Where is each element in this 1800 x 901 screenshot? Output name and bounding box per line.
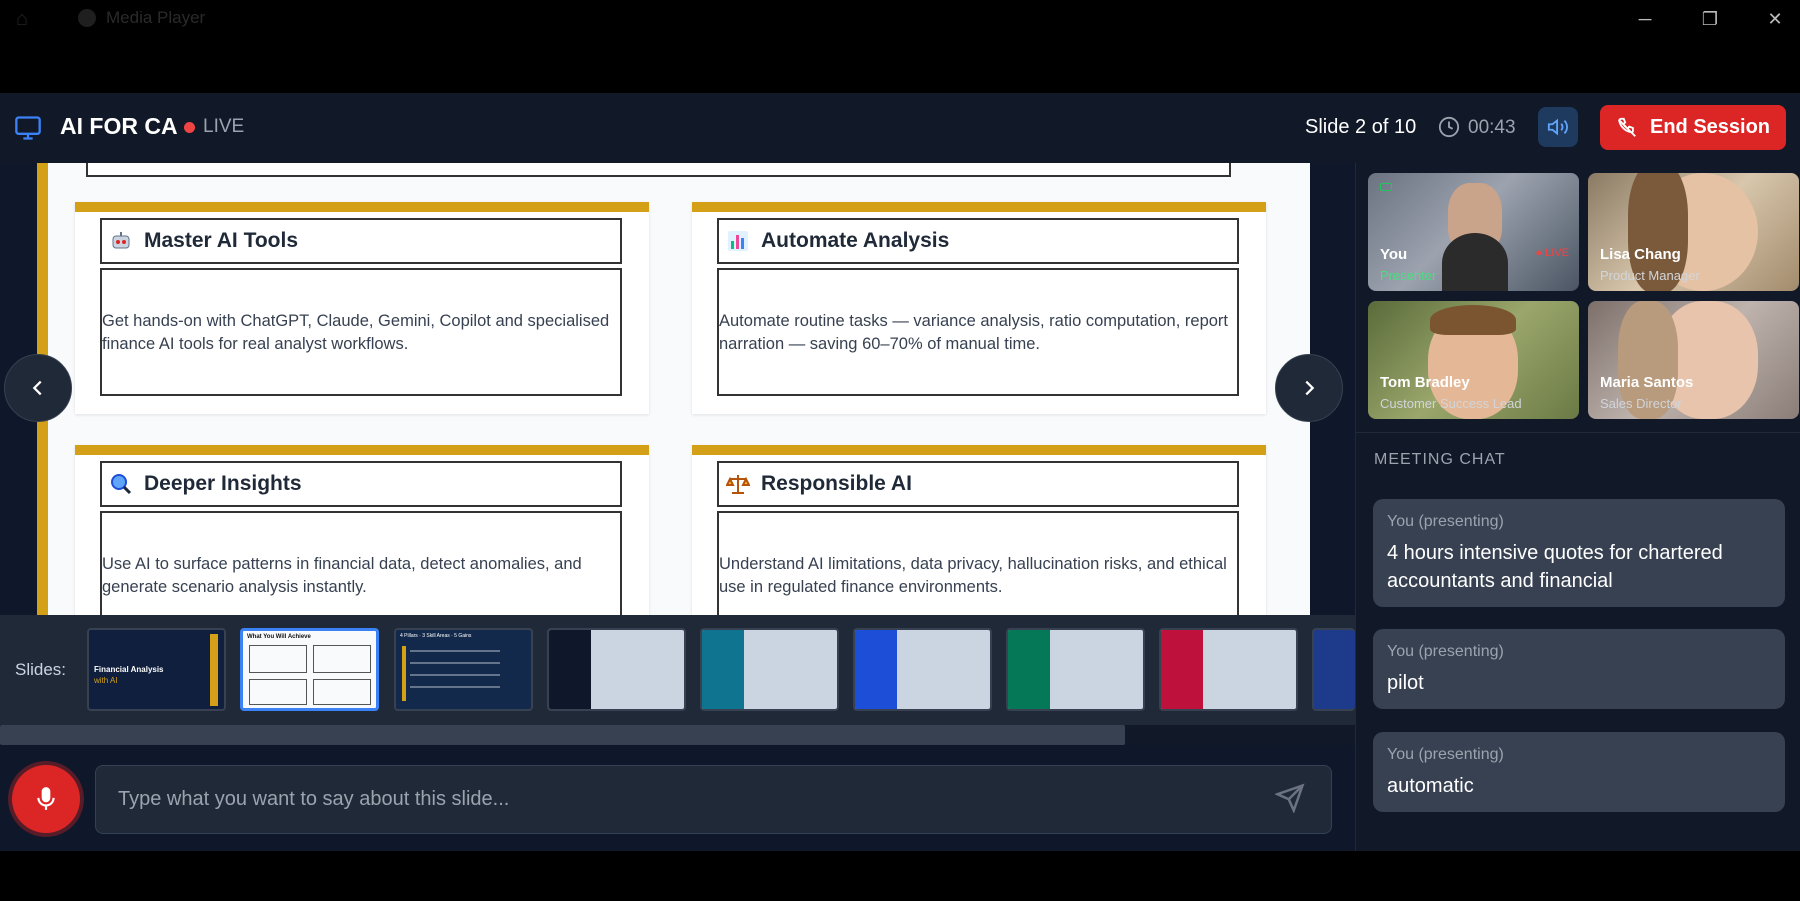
end-session-button[interactable]: End Session — [1600, 105, 1786, 150]
slide-thumbnail-4[interactable] — [547, 628, 686, 711]
chat-message: You (presenting) 4 hours intensive quote… — [1373, 499, 1785, 607]
minimize-button[interactable]: ─ — [1620, 4, 1670, 34]
card-body: Understand AI limitations, data privacy,… — [717, 511, 1239, 615]
thumb-title: Financial Analysis — [94, 665, 164, 674]
slide-title-box — [86, 163, 1231, 177]
participant-role: Sales Director — [1600, 396, 1682, 411]
app-logo-icon — [78, 9, 96, 27]
slide-counter: Slide 2 of 10 — [1305, 116, 1417, 138]
slide-thumbnail-3[interactable]: 4 Pillars · 3 Skill Areas · 5 Gains — [394, 628, 533, 711]
slide-thumbnail-2[interactable]: What You Will Achieve — [240, 628, 379, 711]
participant-tile-lisa-chang[interactable]: Lisa Chang Product Manager — [1588, 173, 1799, 291]
participant-name: Tom Bradley — [1380, 374, 1470, 391]
card-deeper-insights: Deeper Insights Use AI to surface patter… — [75, 445, 649, 615]
session-header: AI FOR CA LIVE Slide 2 of 10 00:43 End S… — [0, 93, 1800, 163]
card-header: Master AI Tools — [100, 218, 622, 264]
slides-label: Slides: — [15, 660, 67, 679]
participant-tile-you[interactable]: You Presenter ● LIVE — [1368, 173, 1579, 291]
slide-note-input[interactable] — [95, 765, 1332, 834]
home-icon[interactable]: ⌂ — [16, 8, 28, 31]
panel-divider — [1356, 432, 1800, 433]
chat-message-author: You (presenting) — [1387, 513, 1504, 530]
session-title: AI FOR CA — [60, 113, 178, 139]
end-session-label: End Session — [1649, 116, 1771, 138]
clock-icon — [1438, 116, 1460, 138]
magnifier-icon — [108, 471, 134, 497]
participant-name: You — [1380, 246, 1408, 263]
card-title: Master AI Tools — [144, 229, 299, 252]
chat-message: You (presenting) pilot — [1373, 629, 1785, 709]
slide-thumbnail-5[interactable] — [700, 628, 839, 711]
chevron-right-icon — [1305, 380, 1315, 396]
live-indicator: LIVE — [203, 116, 245, 137]
chat-message-text: pilot — [1387, 672, 1424, 694]
card-title: Automate Analysis — [761, 229, 950, 252]
chat-message-text: 4 hours intensive quotes for chartered a… — [1387, 542, 1723, 592]
card-automate-analysis: Automate Analysis Automate routine tasks… — [692, 202, 1266, 414]
speech-input-bar — [0, 745, 1355, 851]
participant-role: Product Manager — [1600, 268, 1700, 283]
app-name: Media Player — [106, 8, 206, 27]
chevron-left-icon — [32, 380, 42, 396]
speaker-icon — [1547, 118, 1568, 136]
card-master-ai-tools: Master AI Tools Get hands-on with ChatGP… — [75, 202, 649, 414]
volume-button[interactable] — [1538, 107, 1578, 147]
card-header: Responsible AI — [717, 461, 1239, 507]
thumb-title: What You Will Achieve — [247, 634, 311, 640]
session-timer: 00:43 — [1468, 117, 1516, 138]
card-title: Responsible AI — [761, 472, 912, 495]
slide-stage: Master AI Tools Get hands-on with ChatGP… — [0, 163, 1355, 615]
participant-tile-tom-bradley[interactable]: Tom Bradley Customer Success Lead — [1368, 301, 1579, 419]
card-header: Automate Analysis — [717, 218, 1239, 264]
send-icon[interactable] — [1275, 783, 1305, 813]
strip-scrollbar-thumb[interactable] — [0, 725, 1125, 745]
meeting-chat-heading: MEETING CHAT — [1374, 451, 1506, 468]
participant-tile-maria-santos[interactable]: Maria Santos Sales Director — [1588, 301, 1799, 419]
slide-thumbnail-1[interactable]: Financial Analysis with AI — [87, 628, 226, 711]
participant-role: Customer Success Lead — [1380, 396, 1522, 411]
side-panel: You Presenter ● LIVE Lisa Chang Product … — [1355, 163, 1800, 851]
slide-thumbnail-6[interactable] — [853, 628, 992, 711]
card-body: Automate routine tasks — variance analys… — [717, 268, 1239, 396]
scales-icon — [725, 471, 751, 497]
robot-icon — [108, 228, 134, 254]
next-slide-button[interactable] — [1275, 354, 1343, 422]
participant-name: Maria Santos — [1600, 374, 1694, 391]
maximize-button[interactable]: ❐ — [1685, 4, 1735, 34]
thumb-subtitle: with AI — [94, 676, 118, 685]
app-title: Media Player — [78, 8, 205, 28]
slides-strip: Slides: Financial Analysis with AI What … — [0, 615, 1355, 745]
card-responsible-ai: Responsible AI Understand AI limitations… — [692, 445, 1266, 615]
card-header: Deeper Insights — [100, 461, 622, 507]
chat-message: You (presenting) automatic — [1373, 732, 1785, 812]
phone-off-icon — [1618, 117, 1636, 137]
monitor-icon — [15, 116, 41, 140]
previous-slide-button[interactable] — [4, 354, 72, 422]
slide-thumbnail-8[interactable] — [1159, 628, 1298, 711]
chat-message-author: You (presenting) — [1387, 746, 1504, 763]
bar-chart-icon — [725, 228, 751, 254]
card-body: Use AI to surface patterns in financial … — [100, 511, 622, 615]
microphone-icon — [37, 787, 55, 810]
live-badge: ● LIVE — [1535, 247, 1569, 259]
thumb-title: 4 Pillars · 3 Skill Areas · 5 Gains — [400, 633, 472, 639]
current-slide: Master AI Tools Get hands-on with ChatGP… — [37, 163, 1310, 615]
slide-thumbnail-7[interactable] — [1006, 628, 1145, 711]
close-window-button[interactable]: ✕ — [1750, 4, 1800, 34]
camera-icon — [1380, 183, 1392, 191]
microphone-button[interactable] — [12, 765, 80, 833]
slide-thumbnail-9[interactable] — [1312, 628, 1355, 711]
card-body: Get hands-on with ChatGPT, Claude, Gemin… — [100, 268, 622, 396]
chat-message-author: You (presenting) — [1387, 643, 1504, 660]
window-title-bar: ⌂ Media Player ─ ❐ ✕ — [0, 0, 1800, 93]
live-dot-icon — [184, 122, 195, 133]
chat-message-text: automatic — [1387, 775, 1474, 797]
participant-name: Lisa Chang — [1600, 246, 1681, 263]
participant-role: Presenter — [1380, 268, 1437, 283]
card-title: Deeper Insights — [144, 472, 302, 495]
bottom-letterbox — [0, 851, 1800, 901]
